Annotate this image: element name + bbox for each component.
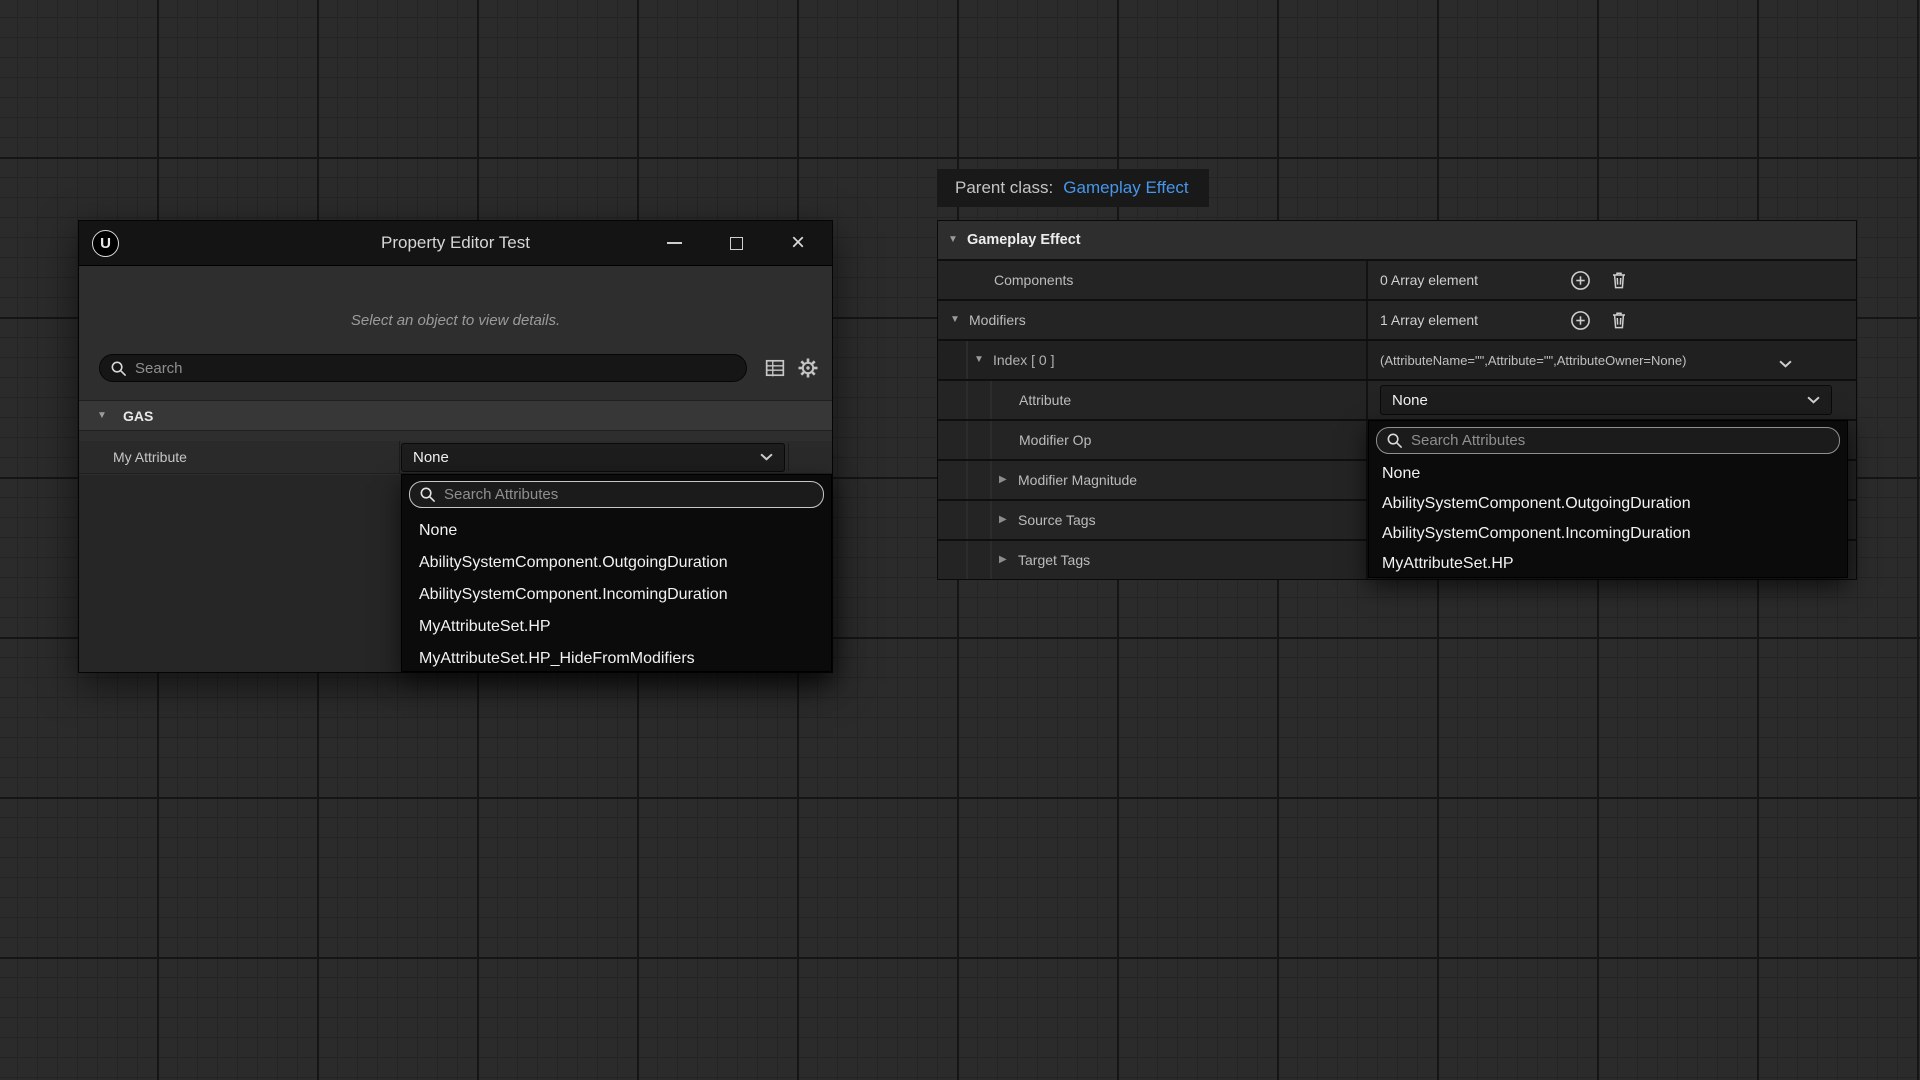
row-divider [788, 443, 832, 471]
caret-right-icon: ▶ [999, 515, 1018, 525]
components-label: Components [994, 272, 1073, 288]
search-icon [110, 360, 127, 377]
attribute-options-list: None AbilitySystemComponent.OutgoingDura… [1369, 459, 1847, 579]
my-attribute-row: My Attribute None [79, 441, 832, 474]
index-0-label: Index [ 0 ] [993, 352, 1054, 368]
caret-right-icon: ▶ [999, 555, 1018, 565]
index-0-name-cell[interactable]: ▼ Index [ 0 ] [938, 341, 1366, 379]
modifier-op-label: Modifier Op [1019, 432, 1091, 448]
attribute-option[interactable]: AbilitySystemComponent.OutgoingDuration [1369, 489, 1847, 519]
chevron-down-icon [1807, 391, 1820, 409]
modifier-magnitude-label: Modifier Magnitude [1018, 472, 1137, 488]
attribute-row: Attribute None [938, 381, 1856, 419]
attribute-dropdown-value: None [1392, 392, 1428, 409]
attribute-options-list: None AbilitySystemComponent.OutgoingDura… [402, 515, 831, 675]
modifiers-label: Modifiers [969, 312, 1026, 328]
caret-down-icon: ▼ [974, 355, 993, 365]
chevron-down-icon[interactable] [1779, 355, 1792, 373]
my-attribute-value-cell: None [400, 441, 832, 473]
close-button[interactable]: × [778, 221, 818, 265]
target-tags-label: Target Tags [1018, 552, 1090, 568]
search-box [99, 354, 747, 382]
plus-circle-icon [1570, 310, 1591, 331]
minimize-icon [667, 242, 682, 244]
category-header-gameplay-effect[interactable]: ▼ Gameplay Effect [938, 221, 1856, 259]
category-label: Gameplay Effect [967, 232, 1081, 248]
attribute-name-cell: Attribute [938, 381, 1366, 419]
index-0-value-cell: (AttributeName="",Attribute="",Attribute… [1366, 341, 1856, 379]
search-icon [419, 486, 436, 503]
my-attribute-dropdown-menu: None AbilitySystemComponent.OutgoingDura… [401, 474, 832, 672]
components-clear-array-button[interactable] [1607, 268, 1631, 292]
attribute-label: Attribute [1019, 392, 1071, 408]
attribute-option[interactable]: MyAttributeSet.HP [402, 611, 831, 643]
details-hint-text: Select an object to view details. [79, 312, 832, 329]
minimize-button[interactable] [654, 221, 694, 265]
components-row: Components 0 Array element [938, 261, 1856, 299]
attribute-option[interactable]: None [1369, 459, 1847, 489]
components-name-cell: Components [938, 261, 1366, 299]
modifier-magnitude-name-cell[interactable]: ▶ Modifier Magnitude [938, 461, 1366, 499]
caret-down-icon: ▼ [950, 315, 969, 325]
maximize-icon [730, 237, 743, 250]
close-icon: × [791, 231, 805, 255]
target-tags-name-cell[interactable]: ▶ Target Tags [938, 541, 1366, 579]
modifiers-count: 1 Array element [1380, 312, 1568, 328]
modifiers-value-cell: 1 Array element [1366, 301, 1856, 339]
attribute-search-box [1376, 427, 1840, 454]
parent-class-link[interactable]: Gameplay Effect [1063, 178, 1188, 198]
property-matrix-button[interactable] [762, 355, 788, 381]
caret-down-icon: ▼ [948, 235, 967, 245]
gear-icon [797, 357, 819, 379]
maximize-button[interactable] [716, 221, 756, 265]
table-grid-icon [765, 358, 785, 378]
attribute-dropdown-menu: None AbilitySystemComponent.OutgoingDura… [1368, 420, 1848, 578]
source-tags-label: Source Tags [1018, 512, 1096, 528]
attribute-option[interactable]: AbilitySystemComponent.IncomingDuration [1369, 519, 1847, 549]
search-icon [1386, 432, 1403, 449]
modifiers-index-0-row: ▼ Index [ 0 ] (AttributeName="",Attribut… [938, 341, 1856, 379]
caret-down-icon: ▼ [97, 411, 116, 421]
modifiers-row: ▼ Modifiers 1 Array element [938, 301, 1856, 339]
caret-right-icon: ▶ [999, 475, 1018, 485]
unreal-logo-icon: U [92, 230, 119, 257]
parent-class-label: Parent class: [955, 178, 1053, 198]
chevron-down-icon [760, 448, 773, 466]
attribute-option[interactable]: None [402, 515, 831, 547]
attribute-search-input[interactable] [1411, 432, 1830, 449]
property-editor-test-window: U Property Editor Test × Select an objec… [78, 220, 833, 673]
search-input[interactable] [135, 360, 736, 377]
gas-category-label: GAS [123, 408, 153, 424]
my-attribute-label: My Attribute [79, 441, 400, 473]
modifiers-clear-array-button[interactable] [1607, 308, 1631, 332]
window-controls: × [632, 221, 818, 265]
graph-editor-background: { "icons": { "expanded": "▼", "collapsed… [0, 0, 1920, 1080]
plus-circle-icon [1570, 270, 1591, 291]
view-settings-button[interactable] [795, 355, 821, 381]
components-count: 0 Array element [1380, 272, 1568, 288]
attribute-option[interactable]: MyAttributeSet.HP_HideFromModifiers [402, 643, 831, 675]
trash-icon [1609, 310, 1629, 330]
modifier-op-name-cell: Modifier Op [938, 421, 1366, 459]
window-body: Select an object to view details. ▼ GAS … [79, 266, 832, 672]
trash-icon [1609, 270, 1629, 290]
components-value-cell: 0 Array element [1366, 261, 1856, 299]
attribute-option[interactable]: AbilitySystemComponent.IncomingDuration [402, 579, 831, 611]
components-add-element-button[interactable] [1568, 268, 1592, 292]
parent-class-bar: Parent class: Gameplay Effect [937, 169, 1209, 207]
attribute-option[interactable]: MyAttributeSet.HP [1369, 549, 1847, 579]
attribute-option[interactable]: AbilitySystemComponent.OutgoingDuration [402, 547, 831, 579]
attributes-search-box [409, 481, 824, 508]
my-attribute-dropdown[interactable]: None [401, 443, 785, 472]
category-header-gas[interactable]: ▼ GAS [79, 400, 832, 431]
modifiers-add-element-button[interactable] [1568, 308, 1592, 332]
my-attribute-dropdown-value: None [413, 449, 449, 466]
attribute-dropdown[interactable]: None [1380, 385, 1832, 415]
modifiers-name-cell[interactable]: ▼ Modifiers [938, 301, 1366, 339]
index-0-struct-preview: (AttributeName="",Attribute="",Attribute… [1380, 353, 1686, 368]
source-tags-name-cell[interactable]: ▶ Source Tags [938, 501, 1366, 539]
attributes-search-input[interactable] [444, 486, 814, 503]
attribute-value-cell: None [1366, 381, 1856, 419]
window-titlebar[interactable]: U Property Editor Test × [79, 221, 832, 266]
